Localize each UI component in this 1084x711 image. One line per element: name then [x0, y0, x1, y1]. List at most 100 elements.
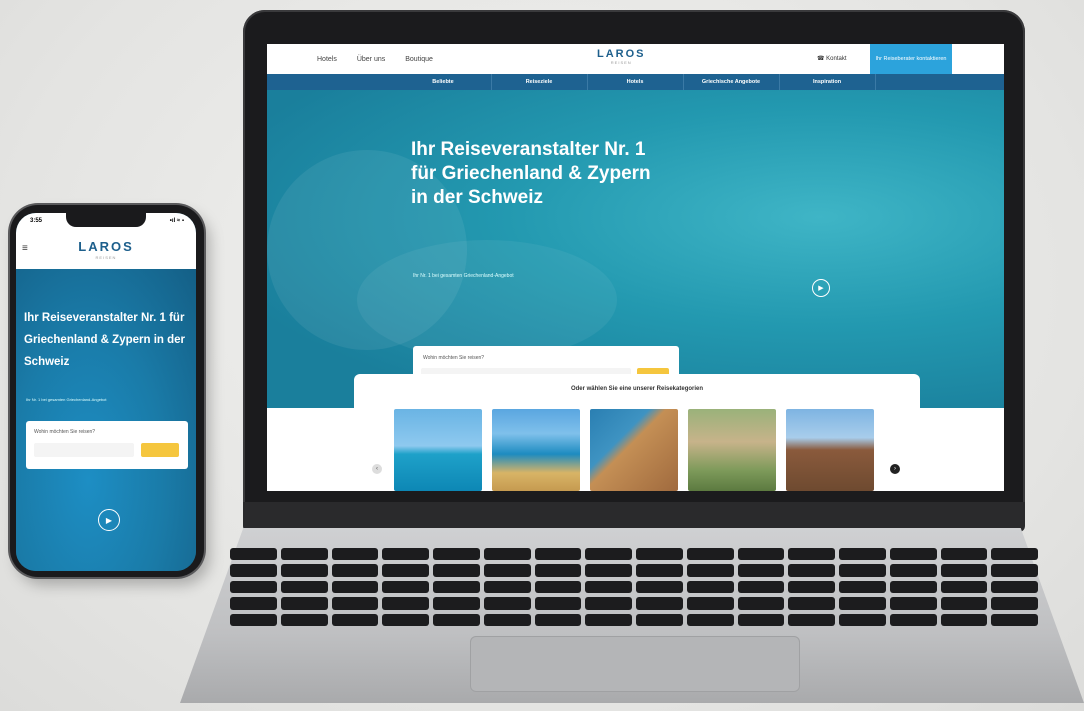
phone-search-input[interactable] [34, 443, 134, 457]
keyboard-key [686, 580, 734, 594]
play-icon[interactable]: ▶ [98, 509, 120, 531]
keyboard-key [940, 613, 988, 626]
logo-sub: REISEN [610, 60, 632, 65]
laptop-keyboard [228, 546, 1040, 628]
category-card[interactable] [590, 409, 678, 491]
keyboard-key [331, 613, 379, 626]
kontakt-label: Kontakt [826, 56, 847, 62]
keyboard-key [686, 613, 734, 626]
keyboard-key [940, 564, 988, 577]
desktop-logo[interactable]: LAROS REISEN [597, 48, 646, 65]
contact-advisor-button[interactable]: Ihr Reiseberater kontaktieren [870, 44, 952, 74]
subnav-item-angebote[interactable]: Griechische Angebote [684, 74, 780, 90]
keyboard-key [686, 597, 734, 610]
keyboard-key [331, 564, 379, 577]
keyboard-key [839, 613, 886, 626]
keyboard-key [636, 548, 683, 561]
phone-screen: 3:55 •ıl ≈ ▪ ≡ LAROS REISEN Ihr Reisever… [16, 213, 196, 571]
keyboard-key [636, 580, 683, 594]
keyboard-key [889, 580, 937, 594]
keyboard-key [280, 613, 328, 626]
category-card[interactable] [688, 409, 776, 491]
phone-hero-subtitle: Ihr Nr. 1 bei gesamten Griechenland-Ange… [26, 397, 107, 402]
keyboard-key [889, 597, 937, 610]
keyboard-key [382, 548, 429, 561]
subnav-item-beliebte[interactable]: Beliebte [396, 74, 492, 90]
keyboard-key [483, 580, 531, 594]
hero-subtitle: Ihr Nr. 1 bei gesamten Griechenland-Ange… [413, 273, 514, 279]
keyboard-key [889, 548, 937, 561]
category-card[interactable] [394, 409, 482, 491]
laptop-screen: Hotels Über uns Boutique LAROS REISEN ☎ … [267, 44, 1004, 491]
keyboard-key [686, 564, 734, 577]
keyboard-key [737, 564, 785, 577]
keyboard-key [331, 597, 379, 610]
nav-link-boutique[interactable]: Boutique [405, 56, 433, 63]
keyboard-key [788, 564, 835, 577]
carousel-prev-icon[interactable]: ‹ [372, 464, 382, 474]
keyboard-key [636, 597, 683, 610]
category-card[interactable] [786, 409, 874, 491]
nav-link-hotels[interactable]: Hotels [317, 56, 337, 63]
keyboard-key [483, 597, 531, 610]
keyboard-key [991, 580, 1038, 594]
keyboard-key [940, 548, 988, 561]
phone-logo-sub: REISEN [95, 255, 117, 260]
keyboard-key [230, 597, 277, 610]
keyboard-key [331, 548, 379, 561]
keyboard-key [483, 564, 531, 577]
keyboard-key [788, 548, 835, 561]
phone-hero: Ihr Reiseveranstalter Nr. 1 für Griechen… [16, 269, 196, 571]
keyboard-key [534, 580, 582, 594]
keyboard-key [940, 597, 988, 610]
laptop-hinge [243, 502, 1025, 532]
desktop-sub-nav: Beliebte Reiseziele Hotels Griechische A… [267, 74, 1004, 90]
keyboard-key [382, 597, 429, 610]
keyboard-key [433, 597, 480, 610]
keyboard-key [991, 564, 1038, 577]
keyboard-key [331, 580, 379, 594]
subnav-item-hotels[interactable]: Hotels [588, 74, 684, 90]
keyboard-key [839, 548, 886, 561]
keyboard-key [991, 613, 1038, 626]
play-icon[interactable]: ▶ [812, 279, 830, 297]
laptop-trackpad [470, 636, 800, 692]
phone-notch [66, 213, 146, 227]
keyboard-key [534, 613, 582, 626]
keyboard-key [534, 548, 582, 561]
kontakt-link[interactable]: ☎ Kontakt [817, 55, 847, 62]
subnav-item-reiseziele[interactable]: Reiseziele [492, 74, 588, 90]
status-time: 3:55 [30, 218, 43, 224]
mockup-scene: Hotels Über uns Boutique LAROS REISEN ☎ … [0, 0, 1084, 711]
keyboard-key [991, 597, 1038, 610]
keyboard-key [686, 548, 734, 561]
desktop-top-nav: Hotels Über uns Boutique LAROS REISEN ☎ … [267, 44, 1004, 74]
keyboard-key [839, 564, 886, 577]
search-label: Wohin möchten Sie reisen? [423, 355, 485, 361]
phone-icon: ☎ [817, 56, 827, 62]
keyboard-key [585, 548, 632, 561]
categories-carousel [394, 409, 874, 491]
keyboard-key [534, 597, 582, 610]
category-card[interactable] [492, 409, 580, 491]
categories-panel: Oder wählen Sie eine unserer Reisekatego… [354, 374, 920, 491]
phone-logo[interactable]: LAROS [16, 239, 196, 254]
carousel-next-icon[interactable]: › [890, 464, 900, 474]
keyboard-key [230, 613, 277, 626]
keyboard-key [839, 580, 886, 594]
keyboard-key [585, 613, 632, 626]
phone-search-box: Wohin möchten Sie reisen? [26, 421, 188, 469]
keyboard-key [585, 597, 632, 610]
keyboard-key [737, 548, 785, 561]
phone-search-button[interactable] [141, 443, 179, 457]
keyboard-key [433, 548, 480, 561]
keyboard-key [737, 597, 785, 610]
subnav-item-inspiration[interactable]: Inspiration [780, 74, 876, 90]
phone-header: ≡ LAROS REISEN [16, 229, 196, 269]
nav-link-ueber-uns[interactable]: Über uns [357, 56, 385, 63]
status-signal-icons: •ıl ≈ ▪ [169, 218, 184, 224]
phone-search-label: Wohin möchten Sie reisen? [34, 429, 96, 435]
keyboard-key [280, 564, 328, 577]
keyboard-key [230, 548, 277, 561]
sea-texture [357, 240, 617, 360]
